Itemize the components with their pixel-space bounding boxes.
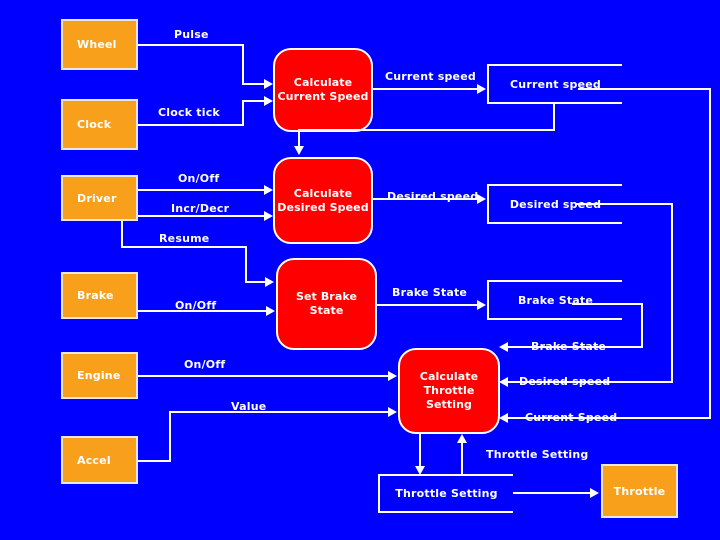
- flow-resume-h2: [245, 281, 267, 283]
- flow-desired-speed-fb-v: [671, 203, 673, 383]
- entity-wheel-label: Wheel: [77, 38, 117, 51]
- flow-onoff-driver-arrowhead: [264, 185, 273, 195]
- flow-value-v: [169, 411, 171, 462]
- flow-current-speed-store-stub: [578, 88, 711, 90]
- flow-current-speed-fb2-arrowhead: [499, 413, 508, 423]
- flow-incr-decr-arrowhead: [264, 211, 273, 221]
- flow-resume-label: Resume: [159, 232, 210, 245]
- flow-resume-v1: [121, 221, 123, 248]
- flow-brake-state-out-line: [377, 304, 478, 306]
- entity-accel[interactable]: Accel: [61, 436, 138, 484]
- flow-onoff-brake-label: On/Off: [175, 299, 217, 312]
- flow-throttle-setting-up-arrowhead: [457, 434, 467, 443]
- flow-onoff-brake-arrowhead: [266, 306, 275, 316]
- entity-driver-label: Driver: [77, 191, 117, 205]
- entity-wheel[interactable]: Wheel: [61, 19, 138, 70]
- flow-clock-tick-segment-h1: [138, 124, 244, 126]
- flow-clock-tick-arrowhead: [264, 96, 273, 106]
- flow-incr-decr-label: Incr/Decr: [171, 202, 230, 215]
- flow-current-speed-fb2-label: Current Speed: [525, 411, 618, 424]
- process-calculate-throttle-setting-label: Calculate Throttle Setting: [419, 370, 479, 411]
- flow-current-speed-out-line: [373, 88, 478, 90]
- flow-clock-tick-label: Clock tick: [158, 106, 220, 119]
- flow-onoff-engine-line: [138, 375, 390, 377]
- flow-desired-speed-out-arrowhead: [477, 194, 486, 204]
- process-calculate-throttle-setting[interactable]: Calculate Throttle Setting: [398, 348, 500, 434]
- flow-pulse-segment-h2: [242, 83, 266, 85]
- entity-engine[interactable]: Engine: [61, 352, 138, 399]
- entity-brake-label: Brake: [77, 289, 114, 302]
- flow-brake-state-out-arrowhead: [477, 300, 486, 310]
- flow-onoff-engine-arrowhead: [388, 371, 397, 381]
- flow-resume-arrowhead: [265, 277, 274, 287]
- entity-engine-label: Engine: [77, 369, 121, 382]
- entity-throttle[interactable]: Throttle: [601, 464, 678, 518]
- flow-pulse-label: Pulse: [174, 28, 209, 41]
- flow-value-h2: [169, 411, 390, 413]
- flow-pulse-segment-h1: [138, 44, 244, 46]
- flow-brake-state-fb-label: Brake State: [531, 340, 607, 353]
- entity-accel-label: Accel: [77, 453, 111, 467]
- flow-current-speed-fb-h: [298, 129, 555, 131]
- dfd-canvas: Wheel Clock Driver Brake Engine Accel Th…: [0, 0, 720, 540]
- store-brake-state[interactable]: Brake State: [487, 280, 622, 320]
- flow-throttle-setting-up-v: [461, 442, 463, 474]
- store-current-speed[interactable]: Current speed: [487, 64, 622, 104]
- process-set-brake-state[interactable]: Set Brake State: [276, 258, 377, 350]
- flow-current-speed-out-label: Current speed: [385, 70, 476, 83]
- flow-throttle-setting-down-arrowhead: [415, 466, 425, 475]
- flow-throttle-out-arrowhead: [590, 488, 599, 498]
- process-calculate-current-speed[interactable]: Calculate Current Speed: [273, 48, 373, 132]
- flow-desired-speed-fb-arrowhead: [499, 377, 508, 387]
- flow-brake-state-out-label: Brake State: [392, 286, 468, 299]
- flow-incr-decr-line: [138, 215, 266, 217]
- flow-clock-tick-segment-h2: [242, 100, 266, 102]
- flow-resume-h1: [121, 246, 247, 248]
- flow-resume-v2: [245, 246, 247, 282]
- flow-current-speed-fb-v1: [553, 104, 555, 131]
- entity-clock[interactable]: Clock: [61, 99, 138, 150]
- flow-brake-state-store-stub: [572, 303, 643, 305]
- entity-driver[interactable]: Driver: [61, 175, 138, 221]
- flow-clock-tick-segment-v: [242, 100, 244, 125]
- flow-desired-speed-store-stub: [575, 203, 673, 205]
- flow-current-speed-fb2-v: [709, 88, 711, 419]
- flow-pulse-arrowhead: [264, 79, 273, 89]
- flow-onoff-driver-line: [138, 189, 266, 191]
- flow-throttle-setting-down-v: [419, 434, 421, 470]
- flow-brake-state-fb-v: [641, 303, 643, 348]
- entity-throttle-label: Throttle: [613, 484, 666, 498]
- flow-current-speed-out-arrowhead: [477, 84, 486, 94]
- flow-value-arrowhead: [388, 407, 397, 417]
- flow-pulse-segment-v: [242, 44, 244, 84]
- entity-brake[interactable]: Brake: [61, 272, 138, 319]
- process-set-brake-state-label: Set Brake State: [295, 290, 358, 317]
- entity-clock-label: Clock: [77, 118, 112, 131]
- flow-onoff-engine-label: On/Off: [184, 358, 226, 371]
- flow-brake-state-fb-arrowhead: [499, 342, 508, 352]
- flow-current-speed-fb-arrowhead: [294, 146, 304, 155]
- process-calculate-current-speed-label: Calculate Current Speed: [277, 76, 369, 103]
- process-calculate-desired-speed[interactable]: Calculate Desired Speed: [273, 157, 373, 244]
- process-calculate-desired-speed-label: Calculate Desired Speed: [277, 186, 369, 214]
- flow-desired-speed-out-label: Desired speed: [387, 190, 479, 203]
- flow-value-h1: [138, 460, 171, 462]
- flow-onoff-driver-label: On/Off: [178, 172, 220, 185]
- flow-throttle-setting-label: Throttle Setting: [486, 448, 589, 461]
- store-throttle-setting[interactable]: Throttle Setting: [378, 474, 513, 513]
- flow-desired-speed-fb-label: Desired speed: [519, 375, 611, 388]
- store-throttle-setting-label: Throttle Setting: [395, 487, 498, 500]
- flow-throttle-out-line: [513, 492, 591, 494]
- flow-value-label: Value: [231, 400, 267, 413]
